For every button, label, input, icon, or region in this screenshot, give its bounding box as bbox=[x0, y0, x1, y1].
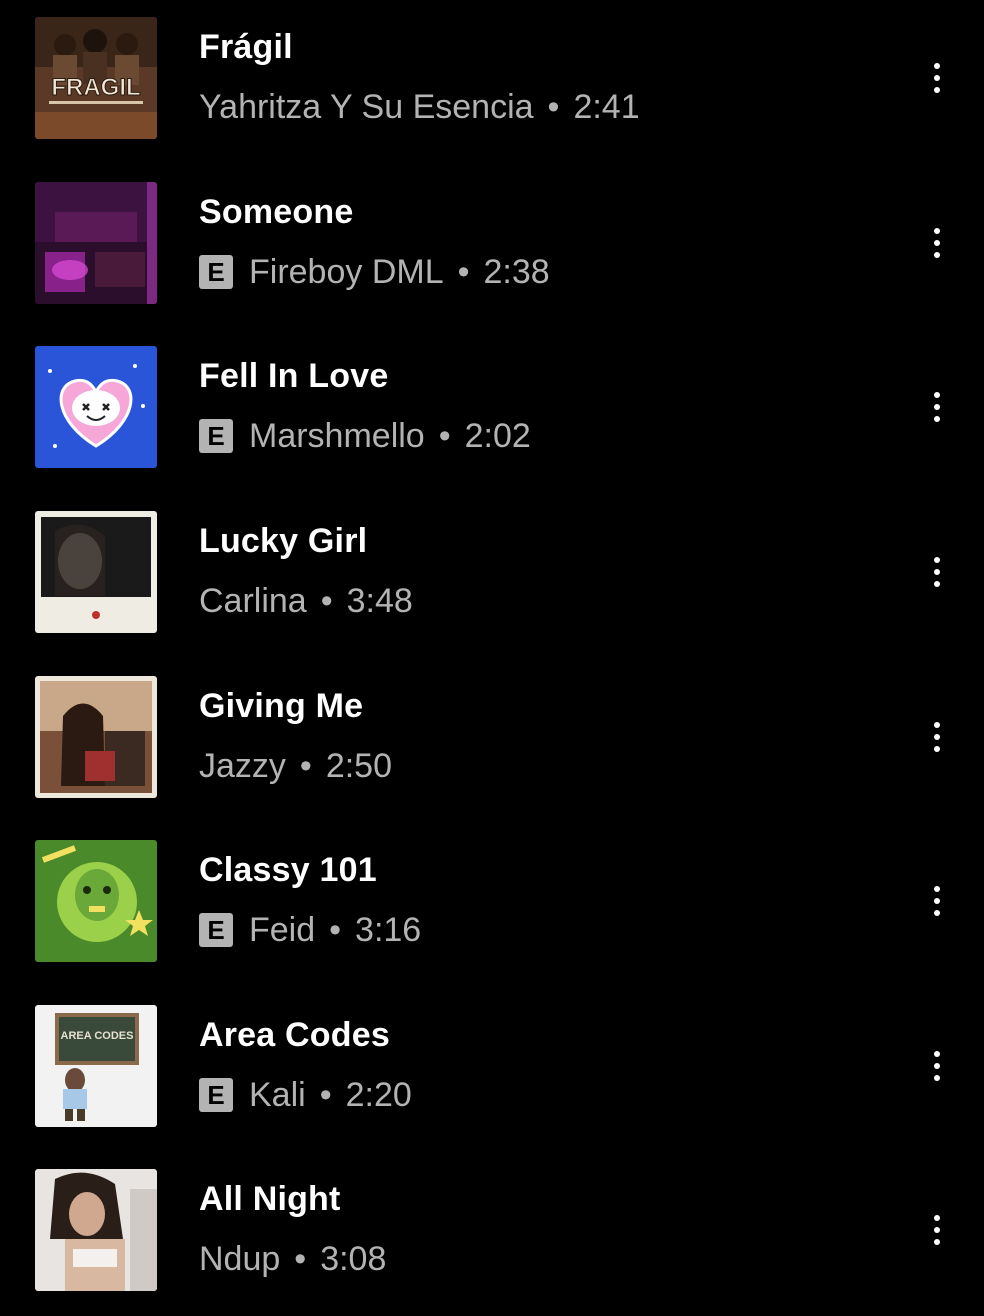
track-title: Lucky Girl bbox=[199, 522, 368, 560]
more-vertical-icon[interactable] bbox=[917, 1192, 957, 1268]
track-title: Fell In Love bbox=[199, 357, 389, 395]
track-row[interactable]: All Night Ndup • 3:08 bbox=[0, 1152, 984, 1316]
artist-name: Marshmello bbox=[249, 416, 425, 455]
album-art-giving-me[interactable] bbox=[35, 676, 157, 798]
explicit-badge: E bbox=[199, 1078, 233, 1112]
track-title: All Night bbox=[199, 1180, 341, 1218]
track-title: Frágil bbox=[199, 28, 293, 66]
separator-dot: • bbox=[547, 87, 560, 126]
track-duration: 2:38 bbox=[483, 252, 550, 291]
track-row[interactable]: Lucky Girl Carlina • 3:48 bbox=[0, 494, 984, 658]
track-row[interactable]: Someone E Fireboy DML • 2:38 bbox=[0, 165, 984, 329]
track-row[interactable]: Fell In Love E Marshmello • 2:02 bbox=[0, 329, 984, 493]
track-duration: 2:41 bbox=[573, 87, 640, 126]
more-vertical-icon[interactable] bbox=[917, 863, 957, 939]
album-art-area-codes[interactable]: AREA CODES bbox=[35, 1005, 157, 1127]
more-vertical-icon[interactable] bbox=[917, 40, 957, 116]
track-list: FRAGIL Frágil Yahritza Y Su Esencia • 2:… bbox=[0, 0, 984, 1298]
separator-dot: • bbox=[457, 252, 470, 291]
album-art-fragil[interactable]: FRAGIL bbox=[35, 17, 157, 139]
track-row[interactable]: Giving Me Jazzy • 2:50 bbox=[0, 659, 984, 823]
artist-name: Feid bbox=[249, 910, 316, 949]
track-subtitle: Jazzy • 2:50 bbox=[199, 744, 392, 788]
album-art-title: FRAGIL bbox=[51, 74, 140, 101]
more-vertical-icon[interactable] bbox=[917, 205, 957, 281]
separator-dot: • bbox=[329, 910, 342, 949]
explicit-badge: E bbox=[199, 913, 233, 947]
album-art-classy-101[interactable] bbox=[35, 840, 157, 962]
track-duration: 3:48 bbox=[346, 581, 413, 620]
track-title: Someone bbox=[199, 193, 354, 231]
track-subtitle: Ndup • 3:08 bbox=[199, 1237, 386, 1281]
artist-name: Jazzy bbox=[199, 746, 286, 785]
track-duration: 2:02 bbox=[464, 416, 531, 455]
track-subtitle: E Fireboy DML • 2:38 bbox=[199, 250, 550, 294]
explicit-badge: E bbox=[199, 419, 233, 453]
track-duration: 2:20 bbox=[345, 1075, 412, 1114]
track-row[interactable]: Classy 101 E Feid • 3:16 bbox=[0, 823, 984, 987]
track-duration: 2:50 bbox=[325, 746, 393, 785]
track-subtitle: E Feid • 3:16 bbox=[199, 908, 421, 952]
album-art-all-night[interactable] bbox=[35, 1169, 157, 1291]
more-vertical-icon[interactable] bbox=[917, 1028, 957, 1104]
track-subtitle: E Kali • 2:20 bbox=[199, 1073, 412, 1117]
album-art-fell-in-love[interactable] bbox=[35, 346, 157, 468]
track-duration: 3:16 bbox=[355, 910, 422, 949]
more-vertical-icon[interactable] bbox=[917, 534, 957, 610]
track-title: Classy 101 bbox=[199, 851, 377, 889]
artist-name: Carlina bbox=[199, 581, 307, 620]
more-vertical-icon[interactable] bbox=[917, 369, 957, 445]
separator-dot: • bbox=[319, 1075, 332, 1114]
separator-dot: • bbox=[299, 746, 312, 785]
album-art-title: AREA CODES bbox=[61, 1030, 134, 1042]
separator-dot: • bbox=[438, 416, 451, 455]
separator-dot: • bbox=[320, 581, 333, 620]
track-subtitle: Yahritza Y Su Esencia • 2:41 bbox=[199, 85, 640, 129]
explicit-badge: E bbox=[199, 255, 233, 289]
track-row[interactable]: FRAGIL Frágil Yahritza Y Su Esencia • 2:… bbox=[0, 0, 984, 164]
artist-name: Yahritza Y Su Esencia bbox=[199, 87, 534, 126]
track-title: Area Codes bbox=[199, 1016, 390, 1054]
track-subtitle: E Marshmello • 2:02 bbox=[199, 414, 531, 458]
album-art-lucky-girl[interactable] bbox=[35, 511, 157, 633]
separator-dot: • bbox=[294, 1239, 307, 1278]
album-art-someone[interactable] bbox=[35, 182, 157, 304]
track-title: Giving Me bbox=[199, 687, 364, 725]
artist-name: Kali bbox=[249, 1075, 306, 1114]
track-subtitle: Carlina • 3:48 bbox=[199, 579, 413, 623]
artist-name: Ndup bbox=[199, 1239, 281, 1278]
artist-name: Fireboy DML bbox=[249, 252, 444, 291]
more-vertical-icon[interactable] bbox=[917, 699, 957, 775]
track-row[interactable]: AREA CODES Area Codes E Kali • 2:20 bbox=[0, 988, 984, 1152]
track-duration: 3:08 bbox=[320, 1239, 387, 1278]
